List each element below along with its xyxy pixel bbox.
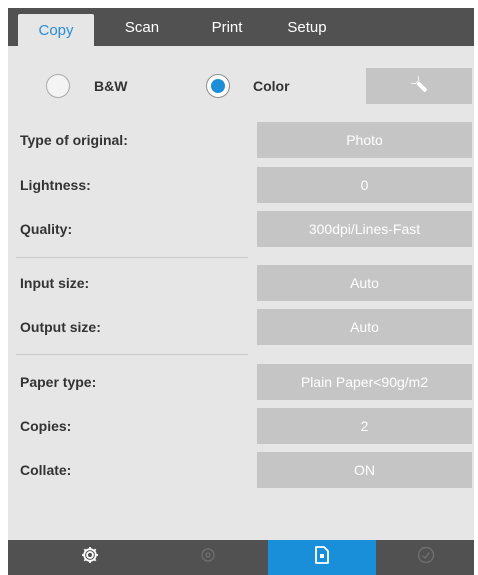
preview-document-icon [313, 545, 331, 570]
copy-panel: Copy Scan Print Setup B&W Color Type of … [8, 8, 474, 575]
collate-button[interactable]: ON [257, 452, 472, 488]
paper-type-button[interactable]: Plain Paper<90g/m2 [257, 364, 472, 400]
tab-print[interactable]: Print [192, 8, 262, 46]
start-button[interactable] [378, 540, 474, 575]
bottom-action-bar [8, 540, 474, 575]
lightness-button[interactable]: 0 [257, 167, 472, 203]
quality-label: Quality: [20, 221, 73, 237]
copies-row: Copies: 2 [8, 408, 474, 444]
advanced-settings-button[interactable] [366, 68, 472, 104]
input-size-label: Input size: [20, 275, 90, 291]
type-of-original-row: Type of original: Photo [8, 122, 474, 158]
type-of-original-button[interactable]: Photo [257, 122, 472, 158]
paper-type-row: Paper type: Plain Paper<90g/m2 [8, 364, 474, 400]
tab-bar: Copy Scan Print Setup [8, 8, 474, 46]
copies-label: Copies: [20, 418, 72, 434]
input-size-row: Input size: Auto [8, 265, 474, 301]
color-radio[interactable] [206, 74, 230, 98]
color-label[interactable]: Color [253, 68, 290, 104]
collate-row: Collate: ON [8, 452, 474, 488]
stop-icon [200, 547, 216, 568]
type-of-original-label: Type of original: [20, 132, 128, 148]
gear-icon [80, 545, 100, 570]
output-size-label: Output size: [20, 319, 101, 335]
collate-label: Collate: [20, 462, 72, 478]
paper-type-label: Paper type: [20, 374, 97, 390]
output-size-row: Output size: Auto [8, 309, 474, 345]
section-divider [16, 354, 248, 355]
tab-setup[interactable]: Setup [272, 8, 342, 46]
input-size-button[interactable]: Auto [257, 265, 472, 301]
quality-button[interactable]: 300dpi/Lines-Fast [257, 211, 472, 247]
check-icon [417, 546, 435, 569]
lightness-label: Lightness: [20, 177, 91, 193]
quality-row: Quality: 300dpi/Lines-Fast [8, 211, 474, 247]
stop-button[interactable] [150, 540, 266, 575]
copies-button[interactable]: 2 [257, 408, 472, 444]
output-size-button[interactable]: Auto [257, 309, 472, 345]
bw-label[interactable]: B&W [94, 68, 127, 104]
section-divider [16, 257, 248, 258]
bw-radio[interactable] [46, 74, 70, 98]
tab-copy[interactable]: Copy [18, 14, 94, 46]
preview-button[interactable] [268, 540, 376, 575]
tab-scan[interactable]: Scan [106, 8, 178, 46]
wrench-icon [408, 73, 430, 100]
lightness-row: Lightness: 0 [8, 167, 474, 203]
settings-button[interactable] [32, 540, 148, 575]
color-mode-row: B&W Color [8, 68, 474, 104]
